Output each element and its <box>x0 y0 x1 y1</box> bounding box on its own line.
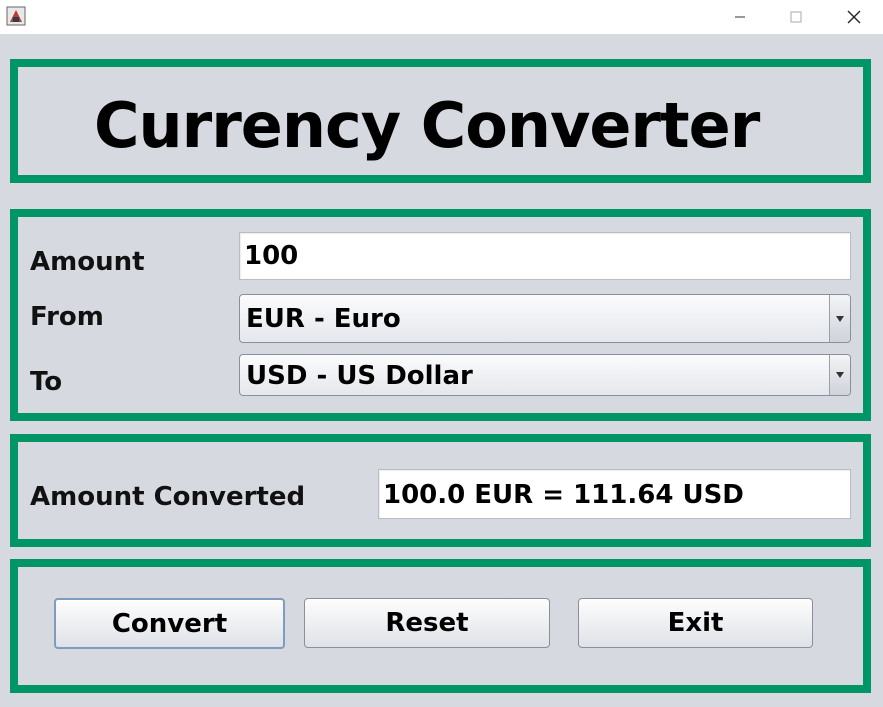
maximize-icon <box>790 11 802 23</box>
to-currency-select[interactable]: USD - US Dollar <box>239 354 851 396</box>
to-label: To <box>30 367 63 397</box>
maximize-button[interactable] <box>767 0 825 34</box>
app-title: Currency Converter <box>94 89 760 162</box>
converted-amount-field[interactable]: 100.0 EUR = 111.64 USD <box>378 469 851 519</box>
reset-button[interactable]: Reset <box>304 598 550 648</box>
amount-input[interactable]: 100 <box>239 232 851 280</box>
java-app-icon <box>6 6 26 26</box>
from-currency-select[interactable]: EUR - Euro <box>239 294 851 343</box>
result-panel: Amount Converted 100.0 EUR = 111.64 USD <box>10 434 871 547</box>
minimize-button[interactable] <box>711 0 769 34</box>
chevron-down-icon <box>836 372 844 378</box>
app-window: Currency Converter Amount 100 From EUR -… <box>0 0 883 707</box>
amount-converted-label: Amount Converted <box>30 482 306 512</box>
button-panel: Convert Reset Exit <box>10 559 871 693</box>
exit-button[interactable]: Exit <box>578 598 813 648</box>
amount-label: Amount <box>30 247 145 277</box>
close-button[interactable] <box>825 0 883 34</box>
convert-button[interactable]: Convert <box>54 598 285 649</box>
minimize-icon <box>735 16 745 18</box>
title-bar[interactable] <box>0 0 883 34</box>
close-icon <box>847 10 861 24</box>
from-dropdown-button[interactable] <box>829 295 850 342</box>
chevron-down-icon <box>836 315 844 322</box>
input-panel: Amount 100 From EUR - Euro To USD - US D… <box>10 209 871 421</box>
from-label: From <box>30 302 104 332</box>
to-currency-value: USD - US Dollar <box>246 361 473 391</box>
to-dropdown-button[interactable] <box>829 355 850 395</box>
title-panel: Currency Converter <box>10 59 871 183</box>
from-currency-value: EUR - Euro <box>246 304 401 334</box>
